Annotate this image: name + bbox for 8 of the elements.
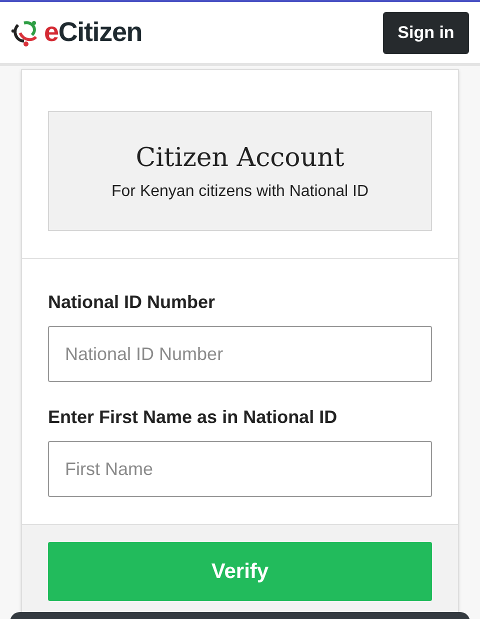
logo-text: eCitizen bbox=[44, 19, 142, 46]
field-label: Enter First Name as in National ID bbox=[48, 406, 338, 429]
input-field[interactable]: National ID Number bbox=[48, 326, 432, 382]
account-title: Citizen Account bbox=[136, 142, 344, 174]
input-field[interactable]: First Name bbox=[48, 441, 432, 497]
sign-in-button[interactable]: Sign in bbox=[383, 12, 469, 54]
account-subtitle: For Kenyan citizens with National ID bbox=[112, 182, 368, 202]
field-label: National ID Number bbox=[48, 291, 216, 314]
